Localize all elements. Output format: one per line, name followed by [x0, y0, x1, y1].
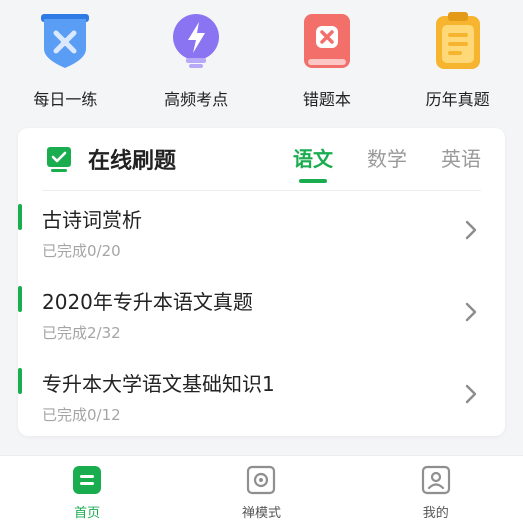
feature-grid: 每日一练 高频考点 错题本 历年真题 [0, 0, 523, 118]
tab-english[interactable]: 英语 [441, 143, 481, 172]
feature-label: 高频考点 [164, 90, 229, 109]
feature-past-exams[interactable]: 历年真题 [398, 10, 518, 110]
card-title: 在线刷题 [88, 149, 177, 174]
nav-label: 首页 [74, 506, 101, 521]
header-divider [42, 190, 481, 191]
bottom-nav: 首页 禅模式 我的 [0, 455, 523, 521]
item-progress: 已完成0/12 [42, 406, 121, 424]
tab-chinese[interactable]: 语文 [293, 143, 333, 172]
home-icon [72, 465, 102, 495]
zen-mode-icon [246, 465, 276, 495]
list-item[interactable]: 专升本大学语文基础知识1 已完成0/12 [18, 360, 505, 442]
card-header: 在线刷题 语文 数学 英语 [18, 128, 505, 190]
online-practice-card: 在线刷题 语文 数学 英语 古诗词赏析 已完成0/20 2020年专升本语文真题… [18, 128, 505, 436]
feature-label: 历年真题 [425, 90, 490, 109]
nav-home[interactable]: 首页 [37, 456, 137, 521]
item-accent-bar [18, 368, 22, 394]
nav-zen-mode[interactable]: 禅模式 [211, 456, 311, 521]
profile-icon [421, 465, 451, 495]
item-title: 2020年专升本语文真题 [42, 290, 253, 314]
feature-daily-practice[interactable]: 每日一练 [5, 10, 125, 110]
tab-math[interactable]: 数学 [367, 143, 407, 172]
wrong-book-icon [296, 10, 358, 72]
item-title: 古诗词赏析 [42, 208, 142, 232]
exercise-list: 古诗词赏析 已完成0/20 2020年专升本语文真题 已完成2/32 专升本大学… [18, 196, 505, 442]
chevron-right-icon [463, 218, 479, 242]
clipboard-icon [427, 10, 489, 72]
nav-label: 我的 [422, 506, 449, 521]
list-item[interactable]: 古诗词赏析 已完成0/20 [18, 196, 505, 278]
nav-profile[interactable]: 我的 [386, 456, 486, 521]
item-progress: 已完成0/20 [42, 242, 121, 260]
item-accent-bar [18, 204, 22, 230]
list-item[interactable]: 2020年专升本语文真题 已完成2/32 [18, 278, 505, 360]
chevron-right-icon [463, 382, 479, 406]
feature-high-frequency[interactable]: 高频考点 [136, 10, 256, 110]
item-progress: 已完成2/32 [42, 324, 121, 342]
check-square-icon [46, 146, 72, 172]
feature-label: 每日一练 [33, 90, 98, 109]
subject-tabs: 语文 数学 英语 [293, 143, 481, 172]
item-accent-bar [18, 286, 22, 312]
item-title: 专升本大学语文基础知识1 [42, 372, 275, 396]
lightning-bulb-icon [165, 10, 227, 72]
daily-shield-icon [34, 10, 96, 72]
feature-wrong-book[interactable]: 错题本 [267, 10, 387, 110]
feature-label: 错题本 [302, 90, 351, 109]
nav-label: 禅模式 [241, 506, 281, 521]
chevron-right-icon [463, 300, 479, 324]
